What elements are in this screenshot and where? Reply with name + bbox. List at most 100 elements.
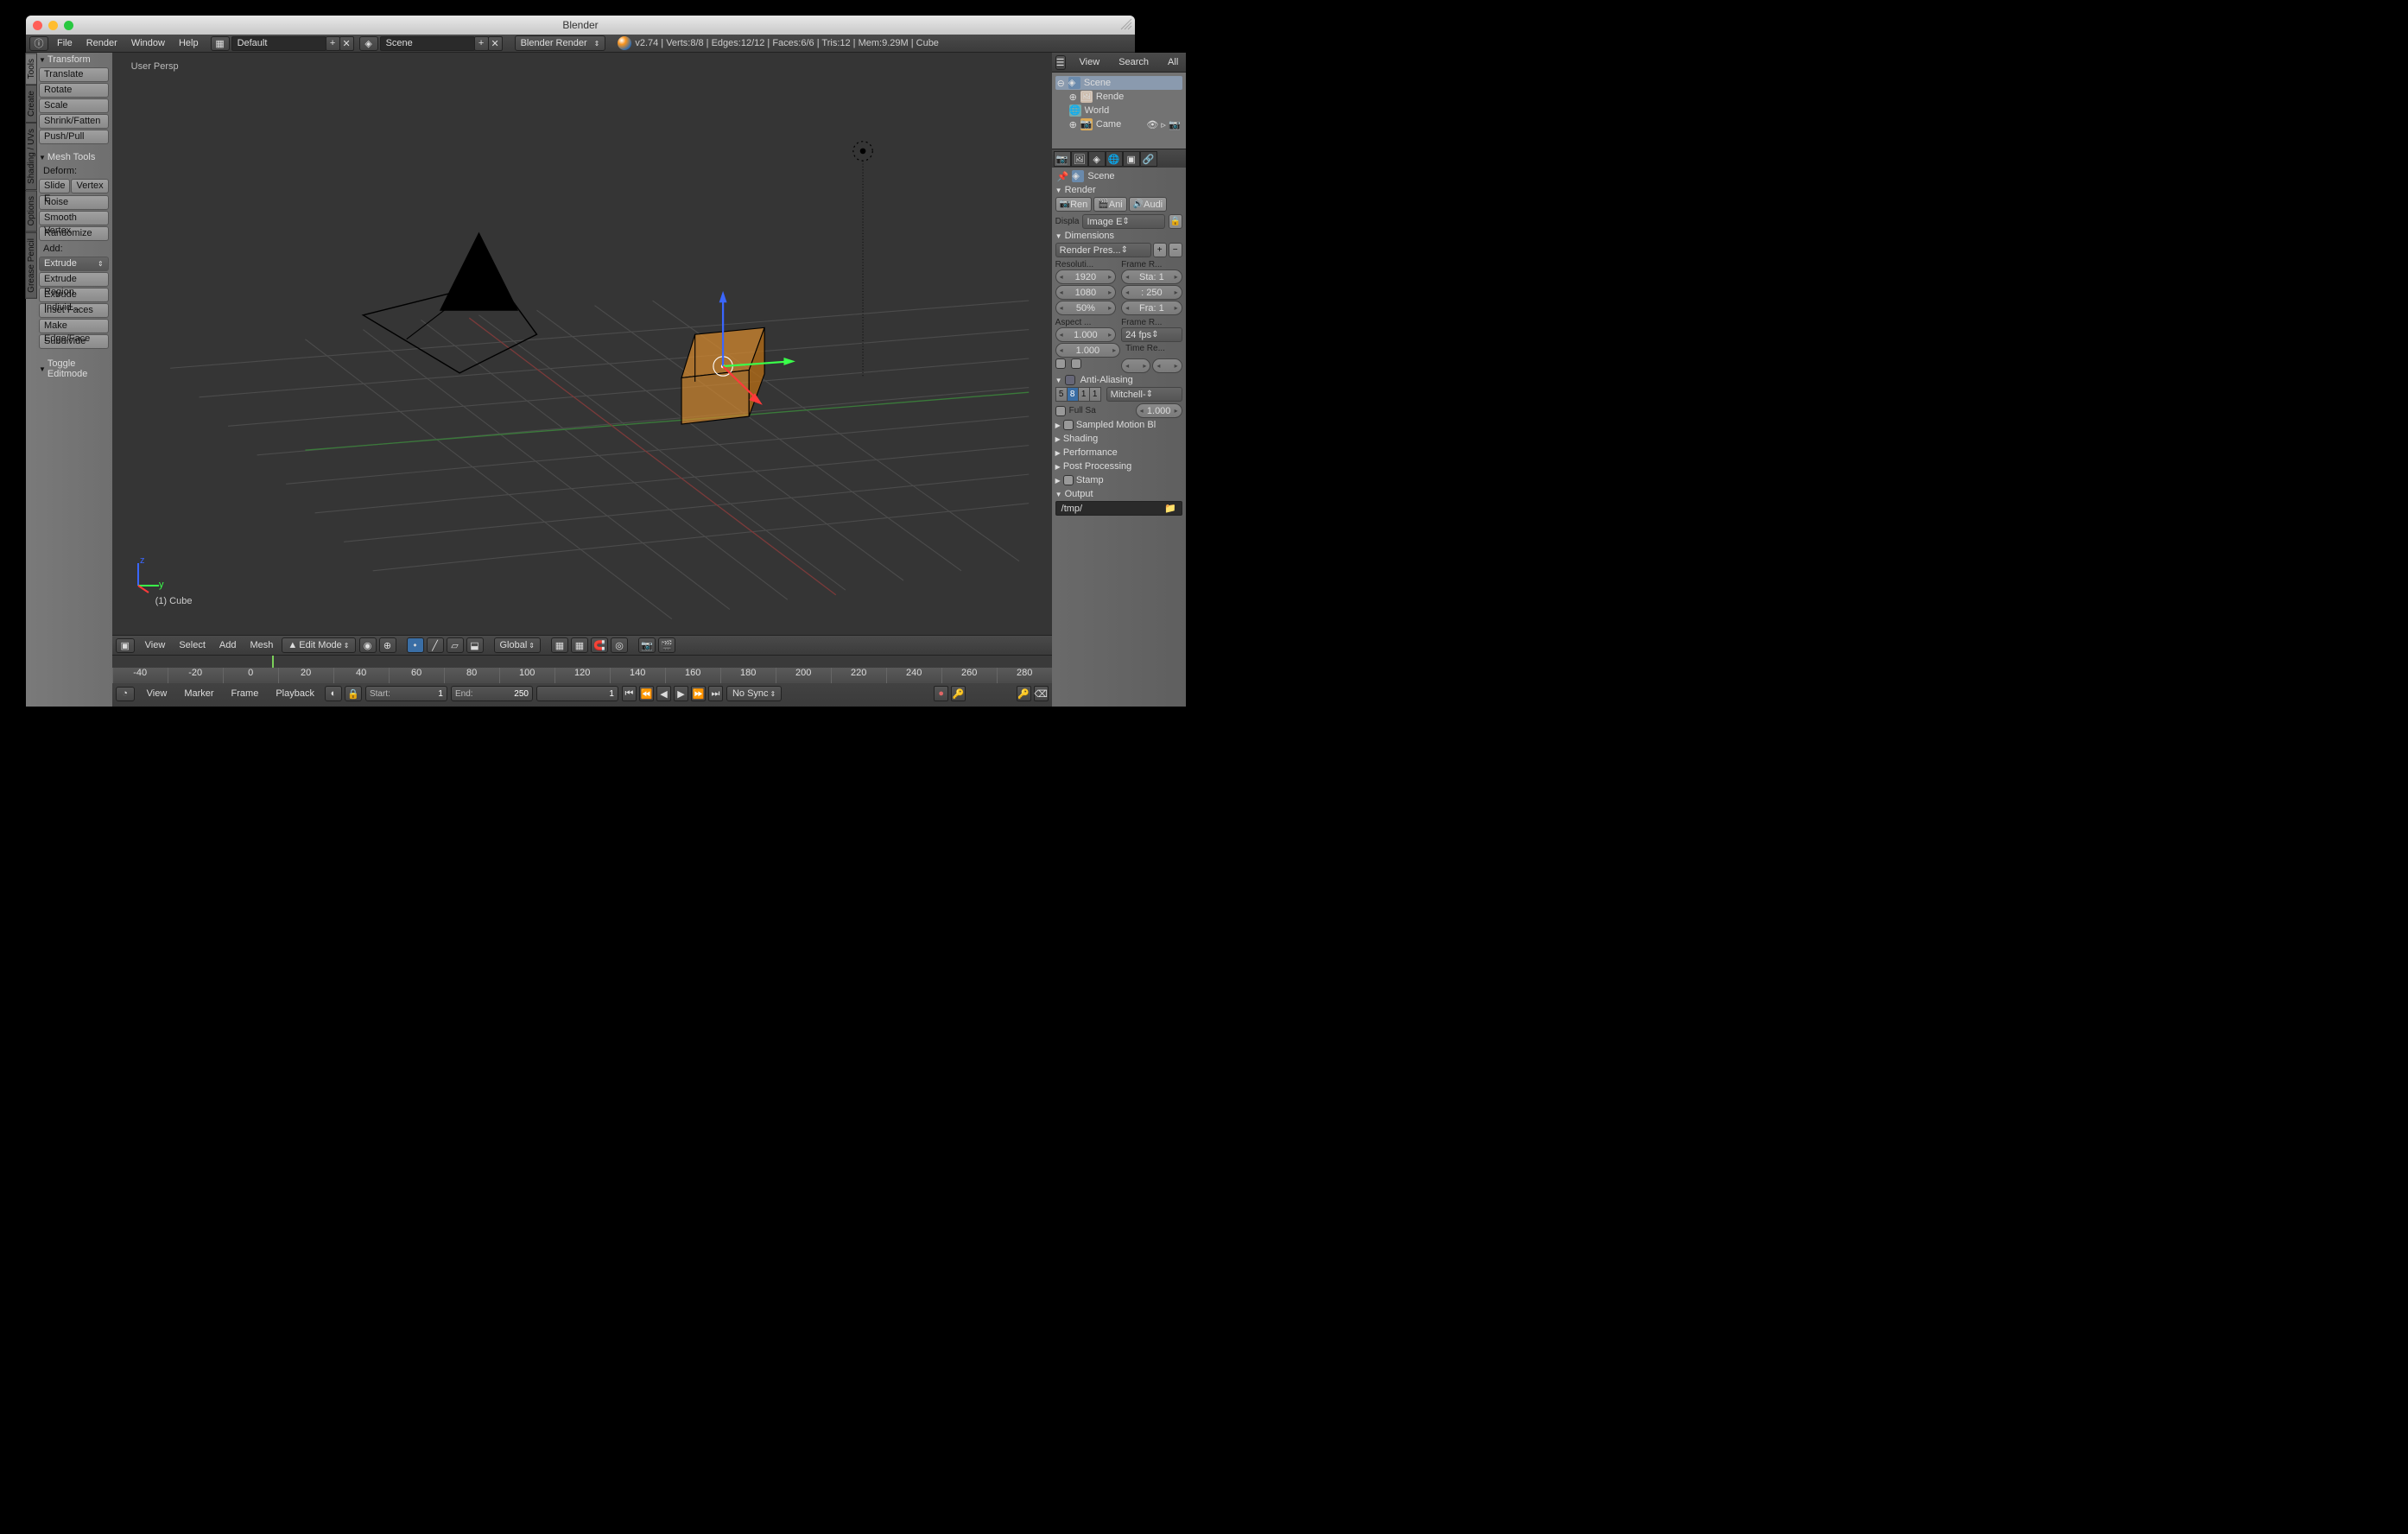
pivot-icon[interactable]: ⊕: [379, 637, 396, 653]
panel-post-processing[interactable]: Post Processing: [1055, 460, 1182, 473]
tab-shading[interactable]: Shading / UVs: [25, 123, 37, 190]
subdivide-button[interactable]: Subdivide: [39, 334, 109, 349]
keyingset-remove-icon[interactable]: ⌫: [1034, 686, 1049, 701]
outliner-menu-all[interactable]: All: [1161, 57, 1185, 67]
inset-faces-button[interactable]: Inset Faces: [39, 303, 109, 318]
menu-add[interactable]: Add: [214, 640, 242, 650]
make-edge-face-button[interactable]: Make Edge/Face: [39, 319, 109, 333]
key-icon[interactable]: 🔑: [951, 686, 966, 701]
start-frame-field[interactable]: Start:1: [365, 686, 447, 701]
orientation-select[interactable]: Global ⇕: [494, 637, 542, 653]
menu-select[interactable]: Select: [174, 640, 211, 650]
border-check[interactable]: [1055, 358, 1066, 369]
panel-mesh-tools[interactable]: Mesh Tools: [39, 150, 109, 164]
slide-vertex-button[interactable]: Vertex: [71, 179, 108, 193]
layers2-icon[interactable]: ▦: [571, 637, 588, 653]
record-button[interactable]: ●: [934, 686, 948, 701]
aa-samples-segment[interactable]: 5811: [1055, 387, 1101, 402]
panel-output[interactable]: Output: [1055, 487, 1182, 501]
context-object-icon[interactable]: ▣: [1123, 151, 1140, 167]
play-reverse-icon[interactable]: ◀: [656, 686, 671, 701]
scene-delete-button[interactable]: ✕: [488, 36, 503, 51]
occlude-icon[interactable]: ⬓: [466, 637, 484, 653]
outliner-menu-view[interactable]: View: [1073, 57, 1107, 67]
aa-size-field[interactable]: 1.000: [1136, 403, 1182, 418]
rotate-button[interactable]: Rotate: [39, 83, 109, 98]
noise-button[interactable]: Noise: [39, 195, 109, 210]
maximize-window-button[interactable]: [64, 21, 73, 30]
context-constraints-icon[interactable]: 🔗: [1140, 151, 1157, 167]
panel-toggle-editmode[interactable]: Toggle Editmode: [39, 357, 109, 381]
audio-button[interactable]: 🔊Audi: [1129, 197, 1167, 212]
jump-first-icon[interactable]: ⏮: [622, 686, 637, 701]
smooth-vertex-button[interactable]: Smooth Vertex: [39, 211, 109, 225]
menu-view[interactable]: View: [140, 640, 171, 650]
panel-performance[interactable]: Performance: [1055, 446, 1182, 460]
panel-render[interactable]: Render: [1055, 183, 1182, 197]
extrude-individual-button[interactable]: Extrude Individ...: [39, 288, 109, 302]
jump-prev-keyframe-icon[interactable]: ⏪: [639, 686, 654, 701]
end-frame-field[interactable]: End:250: [451, 686, 533, 701]
edge-select-icon[interactable]: ╱: [427, 637, 444, 653]
fps-select[interactable]: 24 fps ⇕: [1121, 327, 1182, 342]
context-render-layers-icon[interactable]: 🖼: [1071, 151, 1088, 167]
panel-transform[interactable]: Transform: [39, 53, 109, 67]
menu-render[interactable]: Render: [79, 38, 124, 48]
tab-grease-pencil[interactable]: Grease Pencil: [25, 232, 37, 299]
resolution-y-field[interactable]: 1080: [1055, 285, 1117, 300]
render-preview-icon[interactable]: 📷: [638, 637, 656, 653]
context-world-icon[interactable]: 🌐: [1106, 151, 1123, 167]
anim-button[interactable]: 🎬Ani: [1093, 197, 1126, 212]
editor-type-3dview-icon[interactable]: ▣: [116, 638, 135, 653]
tab-create[interactable]: Create: [25, 85, 37, 123]
menu-file[interactable]: File: [50, 38, 79, 48]
menu-window[interactable]: Window: [124, 38, 172, 48]
scene-field[interactable]: Scene: [380, 36, 475, 51]
panel-stamp[interactable]: Stamp: [1055, 473, 1182, 487]
proportional-icon[interactable]: ◎: [611, 637, 628, 653]
full-sample-check[interactable]: [1055, 406, 1066, 416]
extrude-region-button[interactable]: Extrude Region: [39, 272, 109, 287]
editor-type-timeline-icon[interactable]: ◔: [116, 687, 135, 701]
vertex-select-icon[interactable]: ⬩: [407, 637, 424, 653]
tl-range-icon[interactable]: ◐: [325, 686, 342, 701]
scale-button[interactable]: Scale: [39, 98, 109, 113]
current-frame-field[interactable]: 1: [536, 686, 618, 701]
crop-check[interactable]: [1071, 358, 1081, 369]
jump-last-icon[interactable]: ⏭: [708, 686, 723, 701]
extrude-dropdown[interactable]: Extrude⇕: [39, 257, 109, 271]
context-render-icon[interactable]: 📷: [1054, 151, 1071, 167]
time-old-field[interactable]: [1121, 358, 1150, 373]
outliner-menu-search[interactable]: Search: [1112, 57, 1156, 67]
preset-remove-button[interactable]: −: [1169, 243, 1182, 257]
menu-help[interactable]: Help: [172, 38, 206, 48]
shrink-fatten-button[interactable]: Shrink/Fatten: [39, 114, 109, 129]
render-button[interactable]: 📷Ren: [1055, 197, 1093, 212]
scene-browse-icon[interactable]: ◈: [359, 36, 378, 51]
layout-field[interactable]: Default: [231, 36, 326, 51]
antialiasing-check[interactable]: [1065, 375, 1075, 385]
outliner[interactable]: ⊖◈Scene ⊕🖼Rende 🌐World ⊕📷Came 👁 ▹ 📷: [1052, 73, 1186, 149]
timeline-region[interactable]: [112, 656, 1052, 668]
render-presets-select[interactable]: Render Pres... ⇕: [1055, 243, 1151, 257]
sync-select[interactable]: No Sync ⇕: [726, 686, 782, 701]
tab-options[interactable]: Options: [25, 190, 37, 231]
translate-button[interactable]: Translate: [39, 67, 109, 82]
aspect-x-field[interactable]: 1.000: [1055, 327, 1117, 342]
viewport-3d[interactable]: User Persp: [112, 53, 1052, 655]
editor-type-outliner-icon[interactable]: ☰: [1055, 55, 1066, 70]
tl-menu-playback[interactable]: Playback: [269, 688, 321, 699]
editor-type-icon[interactable]: ⓘ: [29, 36, 48, 51]
panel-sampled-motion-blur[interactable]: Sampled Motion Bl: [1055, 418, 1182, 432]
playhead[interactable]: [272, 656, 274, 668]
play-icon[interactable]: ▶: [674, 686, 688, 701]
resolution-percent-field[interactable]: 50%: [1055, 301, 1117, 315]
slide-edge-button[interactable]: Slide E: [39, 179, 70, 193]
context-scene-icon[interactable]: ◈: [1088, 151, 1106, 167]
layout-browse-icon[interactable]: ▦: [211, 36, 230, 51]
frame-end-field[interactable]: : 250: [1121, 285, 1182, 300]
close-window-button[interactable]: [33, 21, 42, 30]
aa-filter-select[interactable]: Mitchell-⇕: [1106, 387, 1182, 402]
frame-step-field[interactable]: Fra: 1: [1121, 301, 1182, 315]
tl-menu-marker[interactable]: Marker: [177, 688, 220, 699]
